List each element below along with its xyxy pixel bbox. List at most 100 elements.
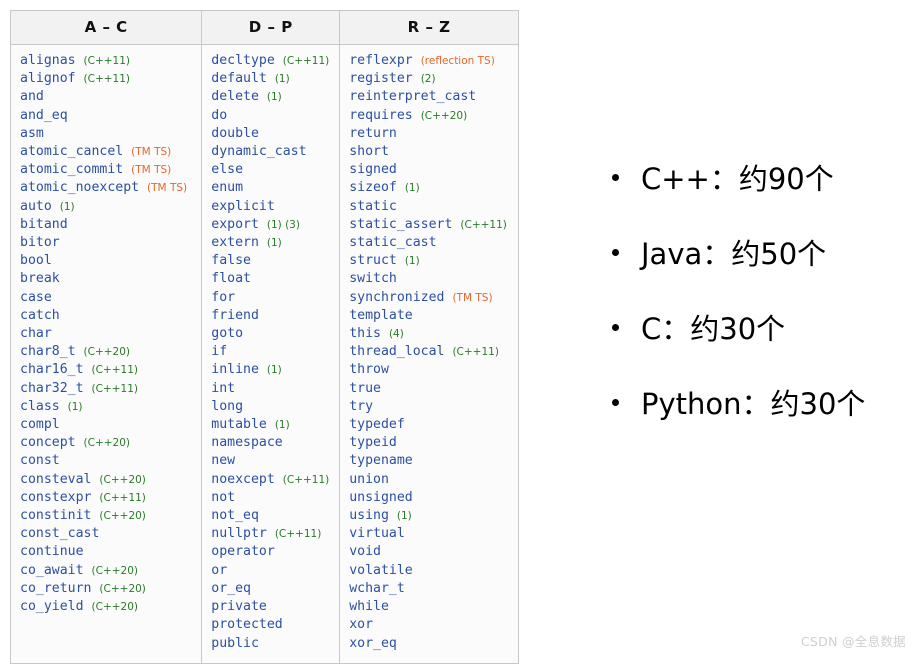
keyword-item: constexpr (C++11) xyxy=(20,489,195,507)
keyword-note: (C++20) xyxy=(91,564,138,577)
keyword-note: (1) xyxy=(404,255,420,268)
keyword-name: goto xyxy=(211,326,244,342)
keyword-name: true xyxy=(349,380,381,396)
table-header-row: A – C D – P R – Z xyxy=(11,11,518,45)
keyword-name: xor_eq xyxy=(349,635,397,651)
keyword-name: break xyxy=(20,271,60,287)
keyword-name: inline xyxy=(211,362,259,378)
keyword-name: reflexpr xyxy=(349,53,413,68)
keyword-name: constexpr xyxy=(20,489,92,505)
keyword-name: this xyxy=(349,326,381,342)
keyword-cell-d-p: decltype (C++11) default (1) delete (1) do d… xyxy=(202,45,341,663)
keyword-name: struct xyxy=(349,253,397,269)
keyword-name: virtual xyxy=(349,526,405,542)
keyword-item: namespace xyxy=(211,434,333,452)
list-item: Java：约50个 xyxy=(612,217,912,292)
keyword-name: if xyxy=(211,344,228,360)
keyword-item: dynamic_cast xyxy=(211,143,333,161)
keyword-item: const xyxy=(20,452,195,470)
keyword-name: constinit xyxy=(20,508,92,524)
keyword-note: (C++11) xyxy=(282,55,330,67)
keyword-list-r-z: reflexpr (reflection TS) register (2) rein… xyxy=(349,52,512,653)
keyword-name: catch xyxy=(20,307,60,323)
cpp-keyword-table: A – C D – P R – Z alignas (C++11) alignof… xyxy=(10,10,519,664)
keyword-list-d-p: decltype (C++11) default (1) delete (1) do d… xyxy=(211,52,333,653)
keyword-item: true xyxy=(349,380,512,398)
keyword-item: decltype (C++11) xyxy=(211,52,333,70)
keyword-note: (C++11) xyxy=(282,473,330,486)
keyword-name: extern xyxy=(211,235,259,251)
keyword-item: constinit (C++20) xyxy=(20,507,195,525)
keyword-name: continue xyxy=(20,544,84,560)
keyword-note: (1) xyxy=(274,419,290,432)
keyword-name: alignof xyxy=(20,71,76,87)
keyword-note: (C++20) xyxy=(83,437,131,450)
keyword-item: xor xyxy=(349,616,512,634)
keyword-name: reinterpret_cast xyxy=(349,89,477,105)
keyword-name: volatile xyxy=(349,562,413,578)
keyword-name: not xyxy=(211,489,236,505)
keyword-item: if xyxy=(211,343,333,361)
bullet-dot-icon xyxy=(612,174,619,181)
keyword-item: typename xyxy=(349,452,512,470)
keyword-note: (C++20) xyxy=(91,601,138,614)
keyword-item: typedef xyxy=(349,416,512,434)
keyword-cell-r-z: reflexpr (reflection TS) register (2) rein… xyxy=(340,45,518,663)
list-item: Python：约30个 xyxy=(612,367,912,442)
keyword-item: else xyxy=(211,161,333,179)
keyword-item: new xyxy=(211,452,333,470)
keyword-item: thread_local (C++11) xyxy=(349,343,512,361)
keyword-name: unsigned xyxy=(349,489,413,505)
keyword-note: (C++20) xyxy=(99,510,146,523)
keyword-item: noexcept (C++11) xyxy=(211,471,333,489)
keyword-item: inline (1) xyxy=(211,361,333,379)
keyword-name: long xyxy=(211,398,244,414)
keyword-name: const xyxy=(20,453,60,469)
keyword-note: (1) xyxy=(266,364,282,377)
keyword-item: or_eq xyxy=(211,580,333,598)
keyword-note: (C++11) xyxy=(91,382,138,395)
csdn-watermark: CSDN @全息数据 xyxy=(800,634,906,649)
keyword-name: short xyxy=(349,144,389,160)
keyword-note: (1) xyxy=(266,91,282,104)
keyword-name: decltype xyxy=(211,53,275,68)
keyword-item: bitor xyxy=(20,234,195,252)
keyword-item: asm xyxy=(20,125,195,143)
keyword-name: friend xyxy=(211,307,259,323)
keyword-name: do xyxy=(211,107,228,123)
keyword-name: concept xyxy=(20,435,76,451)
bullet-dot-icon xyxy=(612,324,619,331)
keyword-item: export (1) (3) xyxy=(211,216,333,234)
keyword-note: (TM TS) xyxy=(131,164,172,177)
keyword-name: namespace xyxy=(211,435,283,451)
keyword-note: (C++11) xyxy=(452,346,499,359)
keyword-item: explicit xyxy=(211,198,333,216)
keyword-name: double xyxy=(211,125,259,141)
keyword-name: typeid xyxy=(349,435,397,451)
keyword-item: bitand xyxy=(20,216,195,234)
keyword-name: auto xyxy=(20,198,52,214)
keyword-name: register xyxy=(349,71,413,87)
table-row: alignas (C++11) alignof (C++11) and and_eq a… xyxy=(11,45,518,663)
keyword-list-a-c: alignas (C++11) alignof (C++11) and and_eq a… xyxy=(20,52,195,616)
keyword-name: nullptr xyxy=(211,526,267,542)
keyword-note: (1) xyxy=(266,237,282,250)
keyword-name: static xyxy=(349,198,397,214)
keyword-item: protected xyxy=(211,616,333,634)
keyword-item: reflexpr (reflection TS) xyxy=(349,52,512,70)
keyword-item: register (2) xyxy=(349,70,512,88)
keyword-name: bitand xyxy=(20,216,68,232)
keyword-name: case xyxy=(20,289,52,305)
keyword-name: co_await xyxy=(20,562,84,578)
keyword-item: friend xyxy=(211,307,333,325)
keyword-item: static_cast xyxy=(349,234,512,252)
keyword-name: or xyxy=(211,562,228,578)
keyword-name: co_return xyxy=(20,580,92,596)
keyword-name: mutable xyxy=(211,417,267,433)
keyword-name: while xyxy=(349,599,389,615)
keyword-item: while xyxy=(349,598,512,616)
keyword-name: consteval xyxy=(20,471,92,487)
keyword-note: (C++20) xyxy=(420,109,468,122)
keyword-item: not xyxy=(211,489,333,507)
keyword-name: class xyxy=(20,398,60,414)
